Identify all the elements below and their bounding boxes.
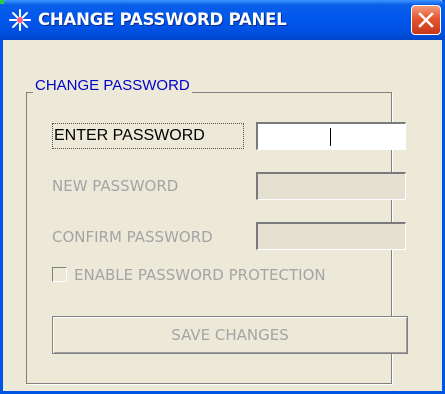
enable-protection-label: ENABLE PASSWORD PROTECTION: [74, 266, 326, 284]
close-icon: [418, 12, 434, 28]
corner-marker: [0, 0, 4, 4]
confirm-password-input[interactable]: [256, 222, 406, 250]
text-caret: [330, 128, 331, 146]
save-changes-button[interactable]: SAVE CHANGES: [52, 316, 408, 354]
confirm-password-label: CONFIRM PASSWORD: [52, 228, 213, 246]
enter-password-label: ENTER PASSWORD: [52, 123, 244, 149]
window-title: CHANGE PASSWORD PANEL: [38, 10, 287, 29]
close-button[interactable]: [411, 5, 441, 35]
new-password-input[interactable]: [256, 172, 406, 200]
new-password-label: NEW PASSWORD: [52, 177, 179, 195]
enter-password-input[interactable]: [256, 122, 406, 150]
group-title: CHANGE PASSWORD: [33, 77, 192, 94]
enable-protection-checkbox[interactable]: [52, 267, 67, 282]
title-bar[interactable]: CHANGE PASSWORD PANEL: [0, 0, 445, 40]
sparkle-icon: [8, 8, 32, 32]
